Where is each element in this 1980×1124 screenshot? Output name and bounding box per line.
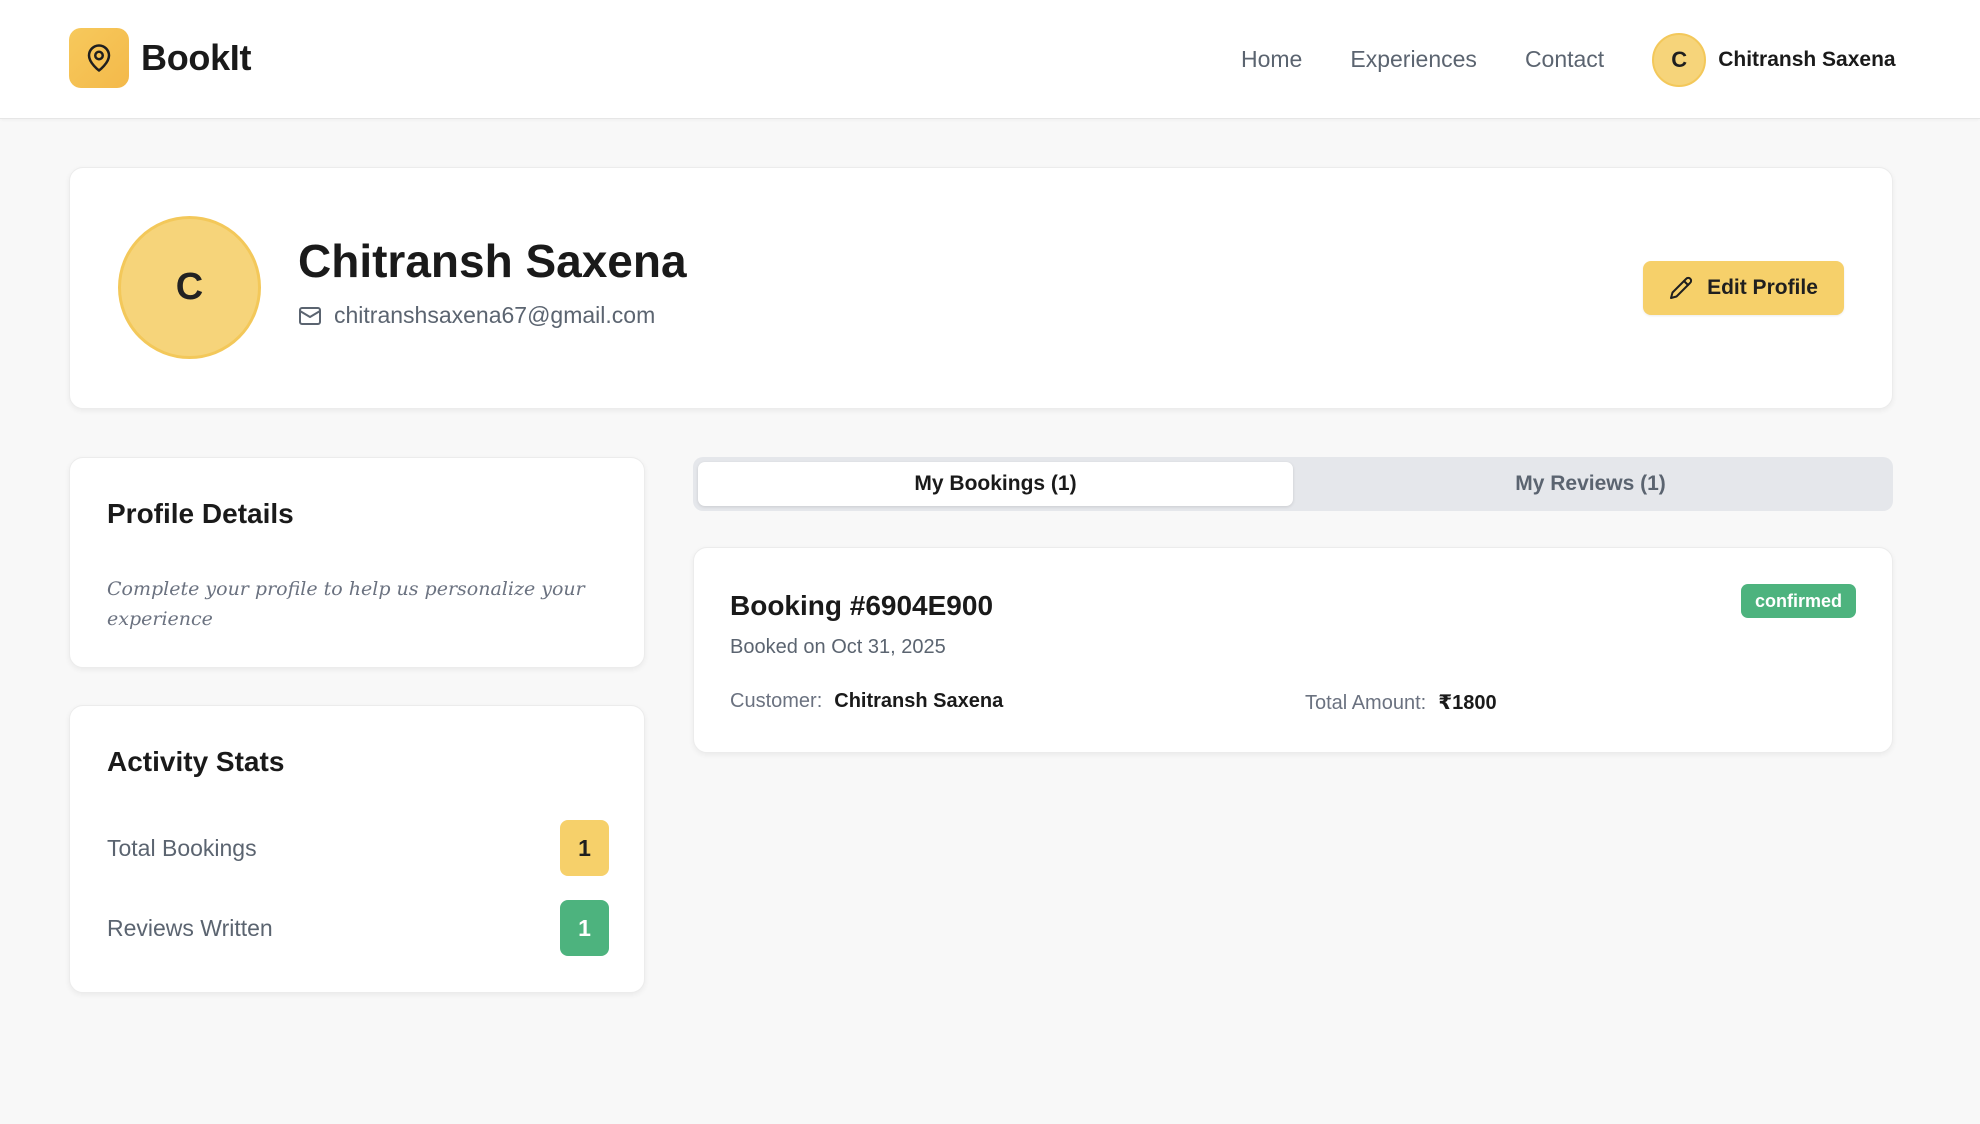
- profile-details-title: Profile Details: [107, 498, 294, 529]
- nav-contact[interactable]: Contact: [1525, 46, 1604, 73]
- brand[interactable]: BookIt: [69, 28, 252, 88]
- stat-label: Total Bookings: [107, 834, 257, 861]
- booking-id: Booking #6904E900: [730, 590, 994, 621]
- nav-home[interactable]: Home: [1241, 46, 1302, 73]
- user-name: Chitransh Saxena: [1718, 47, 1896, 71]
- profile-avatar: C: [118, 216, 261, 359]
- stat-reviews-written: Reviews Written 1: [107, 900, 609, 956]
- edit-profile-label: Edit Profile: [1707, 276, 1818, 299]
- pencil-icon: [1669, 276, 1693, 300]
- tab-my-reviews[interactable]: My Reviews (1): [1293, 462, 1888, 506]
- activity-stats-title: Activity Stats: [107, 746, 285, 777]
- avatar: C: [1652, 32, 1707, 87]
- stat-count-badge: 1: [560, 820, 609, 876]
- nav-experiences[interactable]: Experiences: [1350, 46, 1477, 73]
- customer-label: Customer:: [730, 690, 823, 712]
- profile-email: chitranshsaxena67@gmail.com: [334, 302, 656, 328]
- mail-icon: [298, 304, 322, 328]
- activity-stats-card: Activity Stats Total Bookings 1 Reviews …: [69, 705, 645, 993]
- profile-details-note: Complete your profile to help us persona…: [107, 578, 585, 630]
- stat-total-bookings: Total Bookings 1: [107, 820, 609, 876]
- booking-amount: Total Amount: ₹1800: [1305, 690, 1497, 715]
- top-navbar: BookIt Home Experiences Contact C Chitra…: [0, 0, 1980, 119]
- tab-bar: My Bookings (1) My Reviews (1): [693, 457, 1893, 511]
- amount-value: ₹1800: [1438, 692, 1497, 714]
- booking-card[interactable]: Booking #6904E900 Booked on Oct 31, 2025…: [693, 547, 1893, 753]
- booking-date: Booked on Oct 31, 2025: [730, 636, 946, 658]
- profile-details-card: Profile Details Complete your profile to…: [69, 457, 645, 668]
- booking-customer: Customer: Chitransh Saxena: [730, 690, 1003, 713]
- customer-value: Chitransh Saxena: [834, 690, 1004, 712]
- profile-email-row: chitranshsaxena67@gmail.com: [298, 302, 655, 329]
- status-badge: confirmed: [1740, 584, 1856, 618]
- stat-count-badge: 1: [560, 900, 609, 956]
- amount-label: Total Amount:: [1305, 692, 1427, 714]
- brand-name: BookIt: [141, 37, 252, 78]
- edit-profile-button[interactable]: Edit Profile: [1643, 261, 1844, 315]
- profile-name: Chitransh Saxena: [298, 235, 687, 287]
- profile-card: C Chitransh Saxena chitranshsaxena67@gma…: [69, 167, 1893, 409]
- stat-label: Reviews Written: [107, 914, 273, 941]
- map-pin-icon: [69, 28, 129, 88]
- main-nav: Home Experiences Contact C Chitransh Sax…: [1241, 0, 1896, 119]
- tab-my-bookings[interactable]: My Bookings (1): [698, 462, 1293, 506]
- user-menu[interactable]: C Chitransh Saxena: [1652, 32, 1896, 87]
